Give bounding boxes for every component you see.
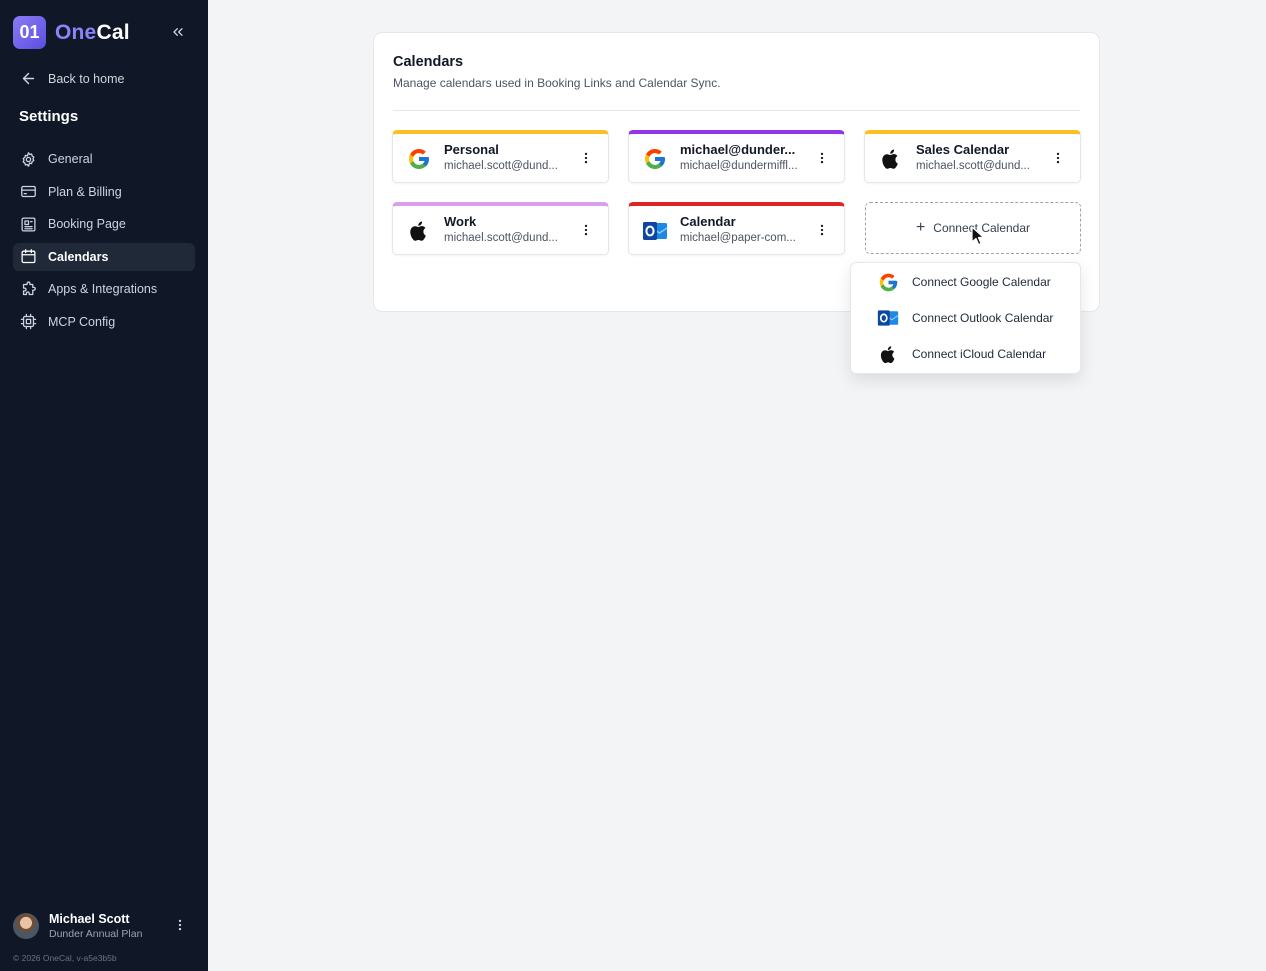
settings-nav: General Plan & Billing Booking Page Cale… (13, 145, 195, 340)
calendar-name: michael@dunder... (680, 142, 796, 157)
dropdown-item-label: Connect Outlook Calendar (912, 311, 1054, 325)
sidebar-item-label: General (48, 152, 93, 166)
calendar-email: michael.scott@dund... (444, 160, 558, 172)
more-vertical-icon (178, 919, 182, 931)
calendar-menu-button[interactable] (814, 150, 830, 166)
sidebar-item-label: Apps & Integrations (48, 282, 158, 296)
page-subtitle: Manage calendars used in Booking Links a… (393, 76, 721, 90)
sidebar-item-calendars[interactable]: Calendars (13, 242, 195, 271)
page-title: Calendars (393, 54, 464, 70)
google-icon (406, 146, 432, 172)
sidebar-item-label: Plan & Billing (48, 184, 122, 199)
puzzle-icon (22, 280, 36, 295)
mouse-cursor-icon (971, 226, 985, 246)
calendar-email: michael.scott@dund... (916, 160, 1030, 172)
onecal-logo-icon: 01 (13, 16, 46, 49)
outlook-icon (877, 307, 899, 329)
more-vertical-icon (584, 224, 588, 236)
divider (393, 110, 1080, 111)
more-vertical-icon (820, 152, 824, 164)
back-to-home-label: Back to home (48, 71, 125, 86)
calendar-menu-button[interactable] (578, 222, 594, 238)
back-to-home-link[interactable]: Back to home (20, 70, 124, 87)
calendar-name: Work (444, 214, 477, 229)
more-vertical-icon (1056, 152, 1060, 164)
calendar-menu-button[interactable] (1050, 150, 1066, 166)
sidebar-item-apps-integrations[interactable]: Apps & Integrations (13, 275, 195, 303)
calendar-name: Personal (444, 142, 499, 157)
calendar-card[interactable]: Work michael.scott@dund... (392, 202, 609, 255)
app-name: OneCal (55, 20, 130, 44)
sidebar-item-label: Calendars (48, 249, 109, 264)
sidebar: 01 OneCal Back to home Settings General … (0, 0, 208, 971)
connect-icloud-calendar-option[interactable]: Connect iCloud Calendar (851, 336, 1080, 372)
brand[interactable]: 01 OneCal (13, 16, 130, 49)
calendar-name: Calendar (680, 214, 736, 229)
calendar-card[interactable]: Sales Calendar michael.scott@dund... (864, 130, 1081, 183)
sidebar-item-mcp-config[interactable]: MCP Config (13, 308, 195, 336)
user-info: Michael Scott Dunder Annual Plan (49, 912, 142, 940)
booking-page-icon (21, 216, 36, 232)
sidebar-item-label: Booking Page (48, 217, 126, 231)
more-vertical-icon (820, 224, 824, 236)
apple-icon (877, 343, 899, 365)
apple-icon (878, 146, 904, 172)
calendar-card[interactable]: michael@dunder... michael@dundermiffl... (628, 130, 845, 183)
user-plan: Dunder Annual Plan (49, 928, 143, 940)
dropdown-item-label: Connect Google Calendar (912, 275, 1051, 289)
collapse-sidebar-button[interactable] (168, 22, 188, 42)
more-vertical-icon (584, 152, 588, 164)
sidebar-item-plan-billing[interactable]: Plan & Billing (13, 178, 195, 206)
version-footer: © 2026 OneCal, v-a5e3b5b (13, 953, 117, 963)
user-name: Michael Scott (49, 912, 130, 926)
connect-calendar-dropdown: Connect Google Calendar Connect Outlook … (850, 262, 1081, 374)
sidebar-item-label: MCP Config (48, 314, 116, 329)
google-icon (642, 146, 668, 172)
chevrons-left-icon (173, 27, 183, 36)
sidebar-item-general[interactable]: General (13, 145, 195, 173)
apple-icon (406, 218, 432, 244)
calendar-email: michael.scott@dund... (444, 232, 558, 244)
outlook-icon (642, 218, 668, 244)
gear-icon (22, 151, 35, 167)
settings-heading: Settings (19, 108, 79, 125)
calendar-card[interactable]: Personal michael.scott@dund... (392, 130, 609, 183)
calendar-email: michael@dundermiffl... (680, 160, 798, 172)
calendar-email: michael@paper-com... (680, 232, 796, 244)
calendar-card[interactable]: Calendar michael@paper-com... (628, 202, 845, 255)
google-icon (877, 271, 899, 293)
user-profile[interactable]: Michael Scott Dunder Annual Plan (13, 912, 195, 940)
avatar (13, 913, 39, 939)
calendar-name: Sales Calendar (916, 142, 1010, 157)
calendar-menu-button[interactable] (578, 150, 594, 166)
connect-google-calendar-option[interactable]: Connect Google Calendar (851, 264, 1080, 300)
chip-icon (20, 313, 37, 330)
user-menu-button[interactable] (173, 918, 187, 937)
arrow-left-icon (22, 72, 35, 85)
calendar-menu-button[interactable] (814, 222, 830, 238)
plus-icon: + (915, 219, 926, 236)
connect-outlook-calendar-option[interactable]: Connect Outlook Calendar (851, 300, 1080, 336)
calendar-icon (21, 249, 36, 264)
credit-card-icon (21, 185, 36, 198)
dropdown-item-label: Connect iCloud Calendar (912, 347, 1047, 361)
sidebar-item-booking-page[interactable]: Booking Page (13, 210, 195, 238)
